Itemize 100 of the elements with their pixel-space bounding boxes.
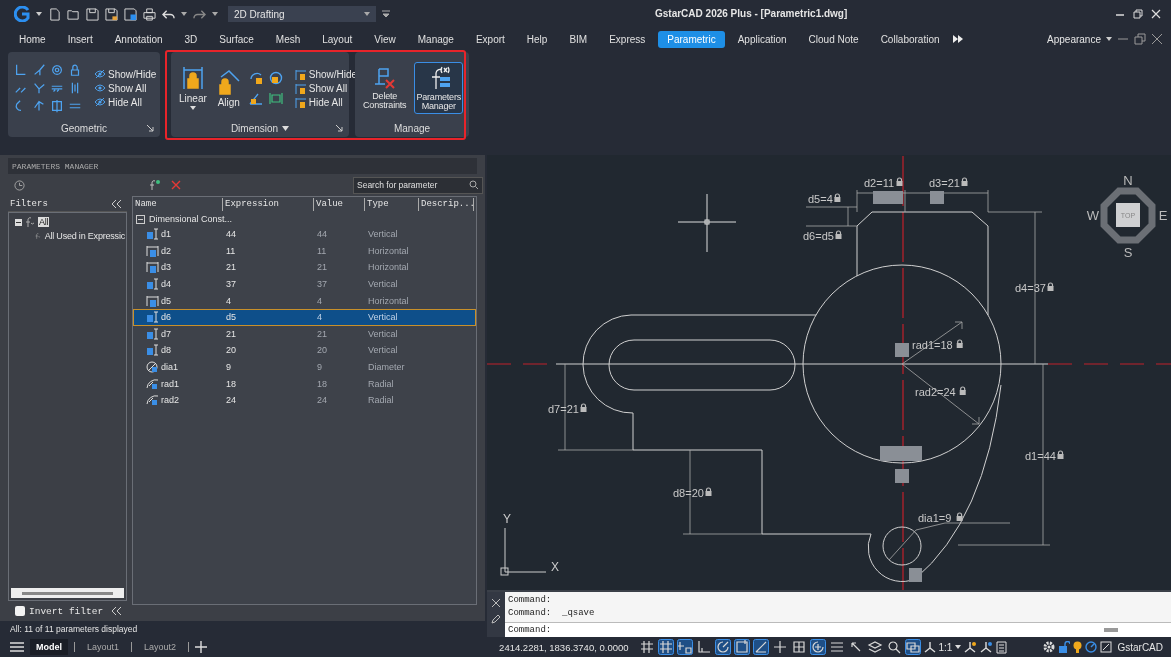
- workspace-dropdown[interactable]: 2D Drafting: [228, 6, 376, 22]
- dimension-label[interactable]: d5=4: [808, 193, 833, 205]
- table-cell: d5: [161, 295, 171, 306]
- ribbon-command[interactable]: Hide All: [294, 96, 358, 108]
- parameter-row[interactable]: d2 11 11 Horizontal: [133, 242, 476, 260]
- parameters-manager-button[interactable]: Parameters Manager: [414, 61, 463, 115]
- table-cell-text: Vertical: [367, 345, 399, 356]
- table-cell: d4: [161, 279, 171, 290]
- ribbon-tab[interactable]: Collaboration: [871, 30, 949, 48]
- parameter-row[interactable]: d8 20 20 Vertical: [133, 342, 476, 359]
- panel-title: Geometric: [60, 123, 108, 134]
- table-cell: rad2: [161, 395, 179, 406]
- dimension-label[interactable]: d1=44: [1025, 450, 1056, 462]
- ribbon-command[interactable]: Hide All: [94, 96, 157, 108]
- table-cell-text: 11: [316, 245, 328, 256]
- table-cell: d8: [161, 345, 171, 356]
- coordinates-readout: 2414.2281, 1836.3740, 0.0000: [499, 641, 629, 653]
- column-header[interactable]: Descrip...: [419, 198, 474, 211]
- column-header[interactable]: Value: [314, 198, 365, 211]
- dimension-label[interactable]: dia1=9: [918, 512, 952, 524]
- brand-label: GstarCAD: [1117, 641, 1163, 653]
- parameter-row[interactable]: rad2 24 24 Radial: [133, 391, 476, 409]
- ribbon-tab[interactable]: Application: [728, 30, 796, 48]
- table-cell-text: 21: [225, 262, 237, 273]
- model-tab[interactable]: Model: [30, 639, 68, 655]
- ribbon-tab[interactable]: Export: [466, 30, 514, 48]
- table-cell-text: 24: [225, 395, 237, 406]
- table-cell: dia1: [161, 362, 178, 373]
- filter-item[interactable]: All Used in Expressic: [43, 231, 126, 241]
- dimension-label[interactable]: d8=20: [673, 487, 704, 499]
- ribbon-command[interactable]: Show All: [294, 82, 358, 94]
- status-text: All: 11 of 11 parameters displayed: [0, 621, 485, 637]
- ribbon-tab[interactable]: View: [365, 30, 405, 48]
- panel-title[interactable]: Dimension: [230, 123, 279, 134]
- compass-label[interactable]: W: [1086, 208, 1100, 223]
- table-cell-text: 18: [225, 378, 237, 389]
- layout-tab[interactable]: Layout2: [138, 639, 183, 655]
- delete-constraints-button[interactable]: Delete Constraints: [361, 62, 409, 114]
- parameter-row[interactable]: d3 21 21 Horizontal: [133, 259, 476, 276]
- parameter-row[interactable]: dia1 9 9 Diameter: [133, 358, 476, 376]
- ribbon-tab[interactable]: 3D: [175, 30, 207, 48]
- table-cell-text: 21: [316, 262, 328, 273]
- table-cell: d3: [161, 262, 171, 273]
- panel-title: Manage: [393, 123, 431, 134]
- ribbon-command[interactable]: Show/Hide: [294, 68, 358, 80]
- table-cell-text: Vertical: [367, 279, 399, 290]
- ribbon-tab[interactable]: Insert: [58, 30, 102, 48]
- parameter-row[interactable]: d5 4 4 Horizontal: [133, 292, 476, 309]
- parameter-row[interactable]: d1 44 44 Vertical: [133, 226, 476, 243]
- ribbon-command[interactable]: Show/Hide: [94, 68, 157, 80]
- axis-label: Y: [503, 512, 511, 526]
- ribbon-tab[interactable]: Surface: [210, 30, 263, 48]
- ribbon-tab[interactable]: Cloud Note: [799, 30, 868, 48]
- ribbon-tab[interactable]: Annotation: [105, 30, 172, 48]
- scale-dropdown[interactable]: 1:1: [938, 641, 953, 653]
- ribbon-command[interactable]: Show All: [94, 82, 157, 94]
- dimension-label[interactable]: rad1=18: [912, 339, 953, 351]
- ribbon-tab[interactable]: BIM: [560, 30, 597, 48]
- parameter-row[interactable]: rad1 18 18 Radial: [133, 375, 476, 392]
- parameter-row[interactable]: d4 37 37 Vertical: [133, 275, 476, 293]
- compass-label[interactable]: S: [1123, 245, 1133, 260]
- filters-title: Filters: [10, 198, 48, 209]
- dimension-label[interactable]: d3=21: [929, 177, 960, 189]
- palette-title: PARAMETERS MANAGER: [8, 158, 477, 174]
- table-cell: d2: [161, 245, 171, 256]
- ribbon-tab[interactable]: Home: [10, 30, 55, 48]
- column-header[interactable]: Name: [133, 198, 223, 211]
- table-cell-text: 21: [225, 328, 237, 339]
- layout-tab[interactable]: Layout1: [81, 639, 126, 655]
- table-cell-text: Horizontal: [367, 245, 410, 256]
- table-cell-text: Diameter: [367, 362, 406, 373]
- ribbon-tab[interactable]: Express: [600, 30, 655, 48]
- table-cell-text: 20: [316, 345, 328, 356]
- compass-label[interactable]: N: [1123, 173, 1133, 188]
- ribbon-tab[interactable]: Layout: [313, 30, 362, 48]
- dimension-label[interactable]: d7=21: [548, 403, 579, 415]
- parameter-row[interactable]: d7 21 21 Vertical: [133, 325, 476, 343]
- table-cell-text: 11: [225, 245, 237, 256]
- dimension-label[interactable]: rad2=24: [915, 386, 956, 398]
- column-header[interactable]: Expression: [223, 198, 314, 211]
- command-history-line: Command: _qsave: [508, 607, 596, 620]
- dimension-label[interactable]: d6=d5: [803, 230, 834, 242]
- align-button[interactable]: Align: [214, 66, 243, 110]
- table-cell-text: 44: [316, 229, 328, 240]
- parameter-row[interactable]: d6 d5 4 Vertical: [133, 308, 476, 326]
- search-field[interactable]: Search for parameter: [353, 176, 483, 194]
- ribbon-tab[interactable]: Mesh: [266, 30, 310, 48]
- command-input[interactable]: Command:: [505, 622, 1171, 637]
- appearance-menu[interactable]: Appearance: [1047, 33, 1101, 45]
- compass-label[interactable]: E: [1158, 208, 1168, 223]
- column-header[interactable]: Type: [365, 198, 419, 211]
- checkbox-label: Invert filter: [29, 605, 104, 617]
- group-label: Dimensional Const...: [149, 214, 233, 224]
- ribbon-tab[interactable]: Help: [517, 30, 557, 48]
- dimension-label[interactable]: d4=37: [1015, 282, 1046, 294]
- table-cell-text: Vertical: [367, 229, 399, 240]
- ribbon-tab[interactable]: Manage: [408, 30, 463, 48]
- dimension-label[interactable]: d2=11: [864, 177, 895, 189]
- linear-button[interactable]: Linear: [177, 63, 209, 113]
- filter-item[interactable]: All: [38, 217, 50, 227]
